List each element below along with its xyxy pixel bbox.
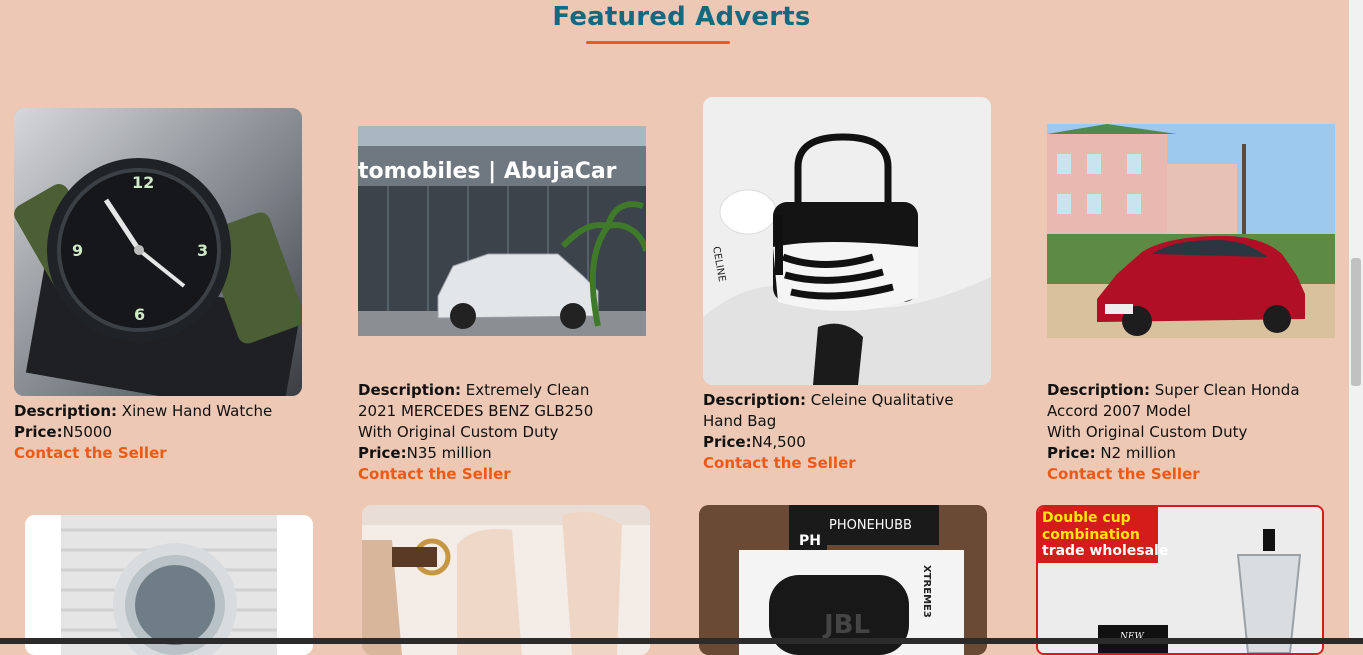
price-text: N4,500 [751,433,806,451]
bottom-edge-bar [0,638,1363,644]
vertical-scrollbar[interactable] [1349,0,1363,644]
shop-badge-text: PH [799,533,821,549]
dealership-sign: tomobiles | AbujaCar [358,159,617,184]
price-label: Price: [14,423,63,441]
price-label: Price: [358,444,407,462]
scrollbar-thumb[interactable] [1351,258,1361,386]
advert-image-mirror[interactable] [25,515,313,655]
advert-image-handbag[interactable]: CELINE [703,97,991,385]
advert-image-honda[interactable] [1047,124,1335,338]
description-label: Description: [358,381,462,399]
promo-banner-line3: trade wholesale [1042,543,1168,559]
price-label: Price: [703,433,752,451]
advert-image-strap[interactable] [362,505,650,655]
advert-image-blender[interactable]: Double cup combination trade wholesale N… [1036,505,1324,655]
price-label: Price: [1047,444,1096,462]
description-text-line2: With Original Custom Duty [1047,423,1248,441]
title-underline [586,41,730,44]
advert-info-mercedes: Description: Extremely Clean 2021 MERCED… [358,380,628,485]
advert-image-watch[interactable]: 12 3 6 9 [14,108,302,396]
svg-text:JBL: JBL [822,610,870,640]
product-model-text: XTREME3 [921,565,932,618]
description-label: Description: [703,391,807,409]
contact-seller-link[interactable]: Contact the Seller [358,464,628,485]
advert-image-speaker[interactable]: PHONEHUBB PH XTREME3 JBL [699,505,987,655]
description-label: Description: [1047,381,1151,399]
svg-text:6: 6 [134,305,145,324]
description-label: Description: [14,402,118,420]
contact-seller-link[interactable]: Contact the Seller [703,453,988,474]
advert-info-watch: Description: Xinew Hand Watche Price:N50… [14,401,304,464]
promo-banner-line1: Double cup [1042,510,1131,526]
advert-image-mercedes[interactable]: tomobiles | AbujaCar [358,126,646,336]
contact-seller-link[interactable]: Contact the Seller [14,443,304,464]
shop-name-text: PHONEHUBB [829,518,912,533]
price-text: N5000 [62,423,113,441]
advert-info-handbag: Description: Celeine Qualitative Hand Ba… [703,390,988,474]
svg-text:12: 12 [132,173,154,192]
advert-info-honda: Description: Super Clean Honda Accord 20… [1047,380,1327,485]
contact-seller-link[interactable]: Contact the Seller [1047,464,1327,485]
promo-banner-line2: combination [1042,527,1140,543]
svg-text:9: 9 [72,241,83,260]
section-title: Featured Adverts [552,2,811,32]
svg-text:3: 3 [197,241,208,260]
price-text: N35 million [406,444,492,462]
description-text: Xinew Hand Watche [121,402,273,420]
price-text: N2 million [1095,444,1176,462]
